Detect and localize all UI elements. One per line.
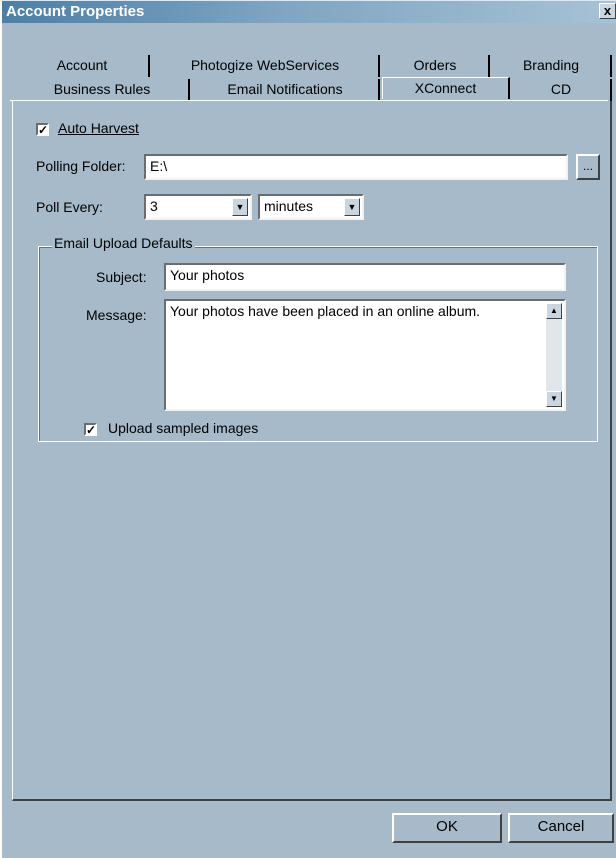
message-label: Message:	[86, 307, 147, 323]
auto-harvest-checkbox[interactable]: ✓	[36, 123, 49, 136]
tab-account[interactable]: Account	[16, 55, 150, 77]
message-textarea[interactable]: Your photos have been placed in an onlin…	[164, 299, 566, 411]
chevron-down-icon[interactable]: ▼	[344, 198, 360, 216]
cancel-button[interactable]: Cancel	[508, 813, 614, 843]
check-icon: ✓	[86, 423, 97, 437]
message-text: Your photos have been placed in an onlin…	[170, 303, 481, 319]
account-properties-dialog: Account Properties x Account Photogize W…	[0, 0, 616, 858]
scroll-up-icon[interactable]: ▲	[546, 303, 562, 319]
tab-email-notifications[interactable]: Email Notifications	[192, 79, 380, 101]
polling-folder-label: Polling Folder:	[36, 158, 126, 174]
poll-interval-value: 3	[150, 198, 158, 214]
polling-folder-input[interactable]: E:\	[144, 154, 568, 180]
group-title: Email Upload Defaults	[52, 235, 195, 251]
poll-interval-select[interactable]: 3 ▼	[144, 194, 252, 220]
poll-unit-select[interactable]: minutes ▼	[258, 194, 364, 220]
ok-button[interactable]: OK	[392, 813, 502, 843]
tab-cd[interactable]: CD	[512, 79, 612, 101]
poll-unit-value: minutes	[264, 198, 314, 214]
tab-orders[interactable]: Orders	[382, 55, 490, 77]
poll-every-label: Poll Every:	[36, 199, 103, 215]
message-scrollbar[interactable]: ▲ ▼	[546, 303, 562, 407]
subject-label: Subject:	[96, 269, 147, 285]
tab-business-rules[interactable]: Business Rules	[16, 79, 190, 101]
scroll-down-icon[interactable]: ▼	[546, 391, 562, 407]
tab-xconnect[interactable]: XConnect	[382, 77, 510, 99]
check-icon: ✓	[38, 123, 49, 137]
browse-button[interactable]: ...	[576, 154, 600, 180]
auto-harvest-label[interactable]: Auto Harvest	[58, 120, 139, 136]
title-bar[interactable]: Account Properties x	[2, 1, 616, 23]
window-title: Account Properties	[6, 3, 145, 20]
subject-input[interactable]: Your photos	[164, 263, 566, 291]
tab-photogize-webservices[interactable]: Photogize WebServices	[152, 55, 380, 77]
close-button[interactable]: x	[599, 3, 616, 19]
upload-sampled-label[interactable]: Upload sampled images	[108, 420, 258, 436]
upload-sampled-checkbox[interactable]: ✓	[84, 423, 97, 436]
chevron-down-icon[interactable]: ▼	[232, 198, 248, 216]
tab-branding[interactable]: Branding	[492, 55, 612, 77]
